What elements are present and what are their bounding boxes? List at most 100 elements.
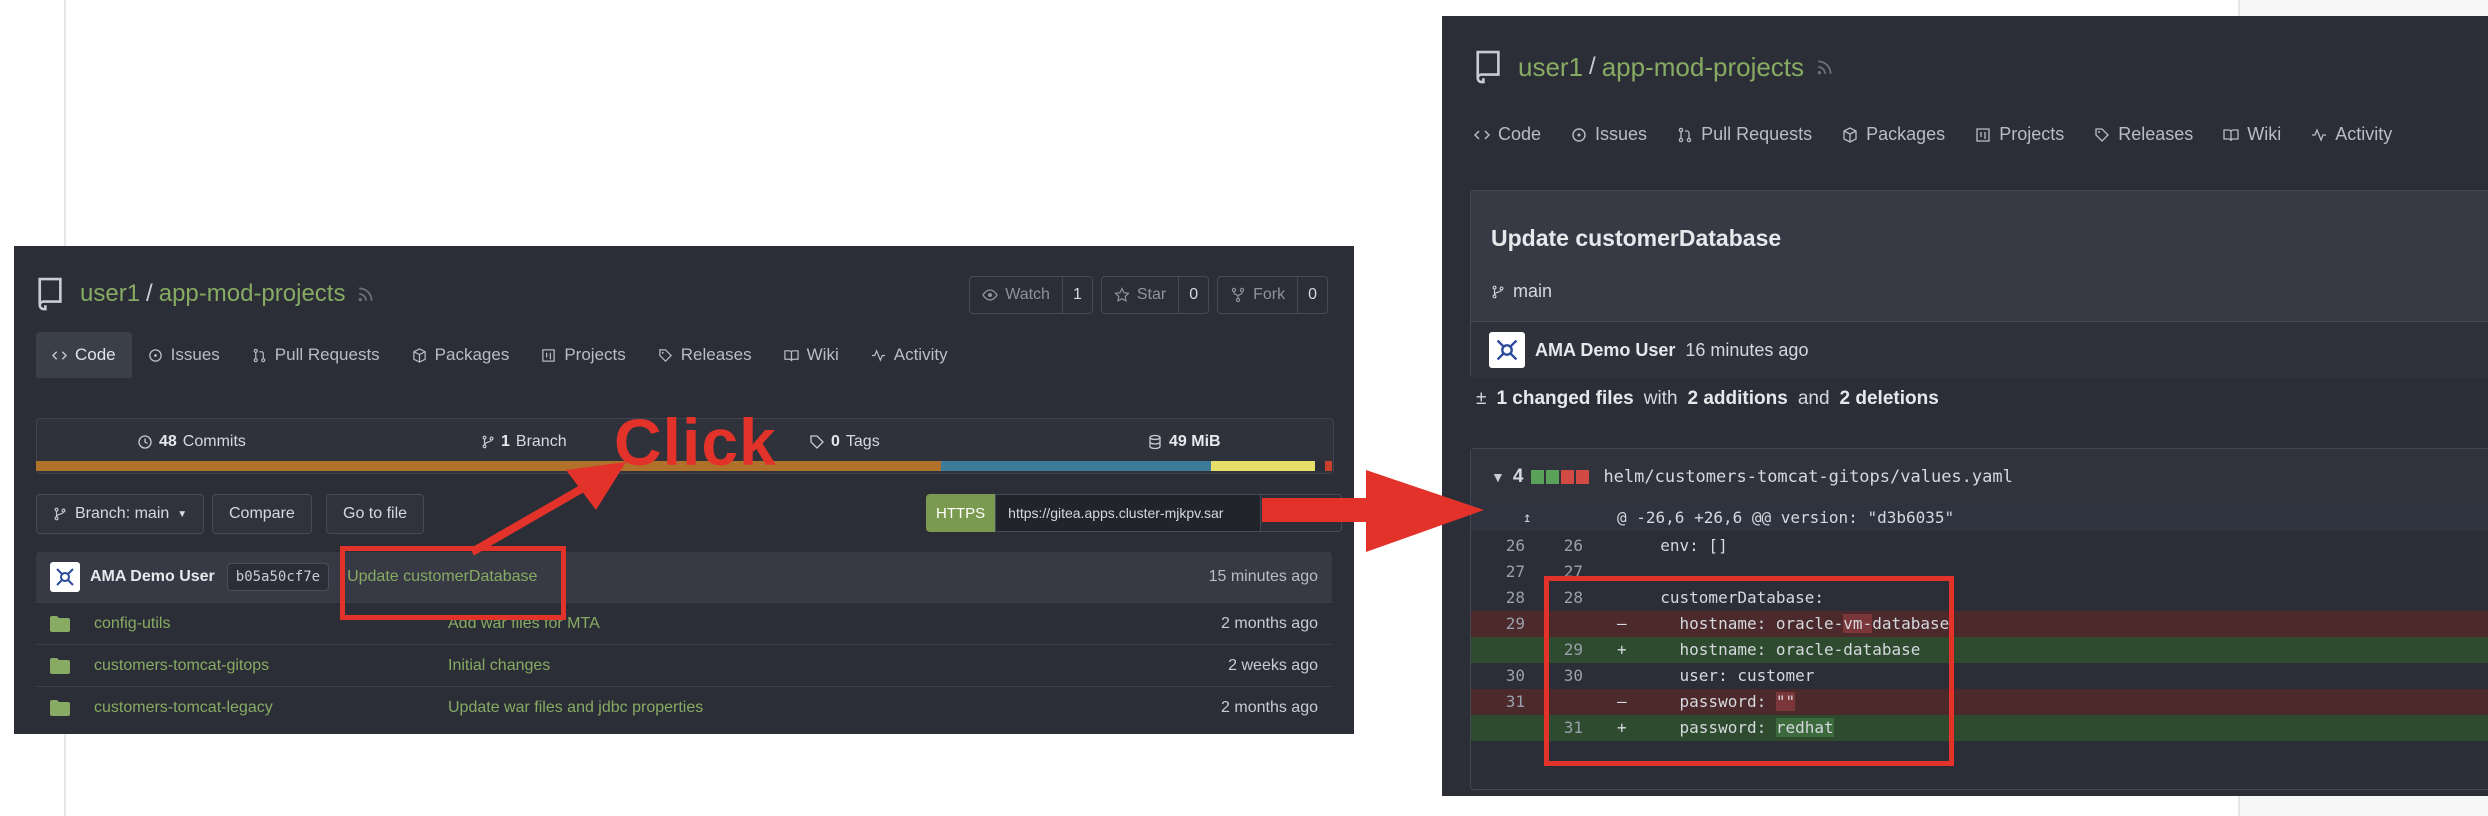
https-toggle[interactable]: HTTPS (926, 494, 996, 532)
branch-stat[interactable]: 1 Branch (481, 433, 567, 451)
commit-title: Update customerDatabase (1491, 225, 1782, 251)
watch-button[interactable]: Watch 1 (969, 276, 1093, 314)
tab-projects[interactable]: Projects (1975, 124, 2078, 145)
branch-selector-label: Branch: main (75, 505, 170, 522)
file-name-link[interactable]: config-utils (94, 615, 170, 633)
old-line-number[interactable]: 28 (1485, 585, 1525, 611)
file-row[interactable]: customers-tomcat-legacy Update war files… (36, 686, 1332, 729)
repo-header: user1 / app-mod-projects (1474, 50, 1834, 84)
summary-and: and (1797, 388, 1830, 409)
tab-code[interactable]: Code (1474, 124, 1555, 145)
diff-summary: ± 1 changed files with 2 additions and 2… (1476, 388, 1939, 410)
star-label: Star (1136, 286, 1167, 303)
branch-icon (54, 507, 66, 521)
project-icon (1976, 127, 1990, 142)
avatar[interactable] (50, 562, 80, 592)
branch-count: 1 (501, 433, 510, 450)
tab-pull-requests[interactable]: Pull Requests (236, 332, 396, 378)
star-count[interactable]: 0 (1178, 277, 1208, 313)
pull-request-icon (253, 348, 266, 362)
tags-stat[interactable]: 0 Tags (809, 433, 880, 451)
tab-packages[interactable]: Packages (396, 332, 526, 378)
file-commit-message[interactable]: Update war files and jdbc properties (448, 699, 703, 717)
tab-activity[interactable]: Activity (2311, 124, 2406, 145)
tab-code[interactable]: Code (36, 332, 132, 378)
go-to-file-button[interactable]: Go to file (326, 494, 425, 534)
file-row[interactable]: config-utils Add war files for MTA 2 mon… (36, 602, 1332, 645)
changed-files-count[interactable]: 1 changed files (1496, 388, 1633, 410)
tab-issues[interactable]: Issues (132, 332, 236, 378)
old-line-number[interactable]: 31 (1485, 689, 1525, 715)
lang-segment-1 (36, 461, 941, 471)
chevron-down-icon: ▼ (177, 508, 188, 520)
tags-count: 0 (831, 433, 840, 450)
fork-icon (1231, 287, 1245, 303)
commit-sha[interactable]: b05a50cf7e (226, 563, 330, 591)
repo-icon (38, 277, 62, 311)
repo-separator: / (146, 280, 153, 307)
tab-issues[interactable]: Issues (1571, 124, 1661, 145)
star-button[interactable]: Star 0 (1100, 276, 1210, 314)
new-line-number[interactable]: 26 (1543, 533, 1583, 559)
expand-up-icon[interactable]: ↥ (1523, 505, 1531, 531)
diff-stat-add (1531, 470, 1545, 484)
tab-releases[interactable]: Releases (642, 332, 768, 378)
chevron-down-icon[interactable]: ▼ (1491, 469, 1505, 485)
project-icon (542, 348, 556, 362)
avatar[interactable] (1489, 332, 1525, 368)
file-row[interactable]: customers-tomcat-gitops Initial changes … (36, 644, 1332, 687)
old-line-number[interactable]: 29 (1485, 611, 1525, 637)
old-line-number[interactable]: 27 (1485, 559, 1525, 585)
folder-icon (50, 658, 70, 674)
tab-releases-label: Releases (2118, 124, 2194, 144)
tab-pull-requests-label: Pull Requests (274, 345, 380, 364)
tab-releases[interactable]: Releases (2094, 124, 2207, 145)
copy-button[interactable] (1261, 494, 1343, 532)
tab-projects-label: Projects (1999, 124, 2065, 144)
lang-segment-4 (1325, 461, 1332, 471)
tab-packages[interactable]: Packages (1842, 124, 1959, 145)
fork-count[interactable]: 0 (1297, 277, 1327, 313)
diff-file-path[interactable]: helm/customers-tomcat-gitops/values.yaml (1603, 467, 2012, 487)
compare-button[interactable]: Compare (212, 494, 312, 534)
folder-icon (50, 616, 70, 632)
tab-code-label: Code (75, 345, 116, 364)
rss-icon[interactable] (1816, 58, 1834, 76)
old-line-number[interactable]: 30 (1485, 663, 1525, 689)
repo-name-link[interactable]: app-mod-projects (1602, 52, 1804, 83)
file-name-link[interactable]: customers-tomcat-legacy (94, 699, 273, 717)
tab-issues-label: Issues (1595, 124, 1648, 144)
commit-branch[interactable]: main (1491, 281, 1552, 302)
repo-tabs: Code Issues Pull Requests Packages Proje… (1474, 124, 2418, 145)
old-line-number[interactable]: 26 (1485, 533, 1525, 559)
tag-icon (2095, 127, 2110, 142)
clone-box: HTTPS https://gitea.apps.cluster-mjkpv.s… (926, 494, 1343, 532)
package-icon (1843, 126, 1857, 143)
watch-label: Watch (1005, 286, 1050, 303)
tab-activity-label: Activity (2335, 124, 2393, 144)
tab-activity[interactable]: Activity (855, 332, 964, 378)
diff-line: 26 26 env: [] (1471, 533, 2488, 559)
book-icon (783, 349, 799, 361)
repo-name-link[interactable]: app-mod-projects (159, 280, 346, 308)
commit-author[interactable]: AMA Demo User (90, 568, 215, 586)
tab-wiki[interactable]: Wiki (768, 332, 855, 378)
commits-stat[interactable]: 48 Commits (137, 433, 246, 451)
fork-button[interactable]: Fork 0 (1217, 276, 1328, 314)
clone-url-input[interactable]: https://gitea.apps.cluster-mjkpv.sar (995, 494, 1262, 532)
repo-owner-link[interactable]: user1 (80, 280, 140, 308)
watch-count[interactable]: 1 (1061, 277, 1092, 313)
fork-label: Fork (1253, 286, 1286, 303)
file-commit-message[interactable]: Initial changes (448, 657, 550, 675)
repo-owner-link[interactable]: user1 (1518, 52, 1583, 83)
branch-selector[interactable]: Branch: main ▼ (36, 494, 205, 534)
commit-time: 15 minutes ago (1208, 568, 1318, 585)
file-name-link[interactable]: customers-tomcat-gitops (94, 657, 269, 675)
tab-projects-label: Projects (564, 345, 626, 364)
tab-wiki[interactable]: Wiki (2223, 124, 2295, 145)
commit-author[interactable]: AMA Demo User (1535, 340, 1675, 361)
tab-projects[interactable]: Projects (525, 332, 641, 378)
tab-pull-requests[interactable]: Pull Requests (1677, 124, 1826, 145)
rss-icon[interactable] (357, 285, 375, 303)
plus-minus-icon: ± (1476, 388, 1487, 409)
